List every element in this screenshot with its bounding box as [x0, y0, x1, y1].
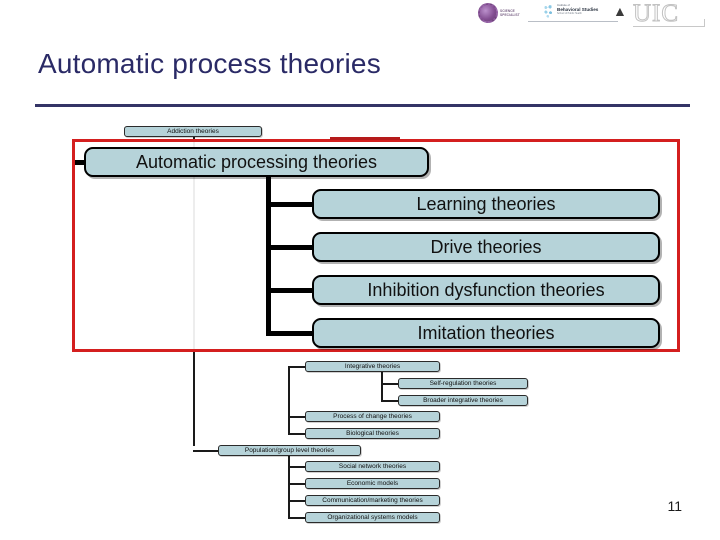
node-addiction-theories[interactable]: Addiction theories — [124, 126, 262, 137]
crest-logo: SCIENCE SPECIALIST — [478, 3, 534, 23]
edge-to-inhibition-dysfunction — [266, 288, 314, 293]
uic-logo: ▲ UIC — [605, 0, 717, 30]
node-automatic-processing-theories[interactable]: Automatic processing theories — [84, 147, 429, 177]
crest-logo-text: SCIENCE SPECIALIST — [500, 9, 520, 17]
node-biological-theories[interactable]: Biological theories — [305, 428, 440, 439]
page-number: 11 — [667, 498, 682, 514]
edge-to-biological — [288, 433, 306, 435]
header-logo-bar: SCIENCE SPECIALIST Institute of Behavior… — [470, 0, 720, 36]
uic-logo-letters: UIC — [632, 0, 680, 27]
edge-automatic-children-trunk — [266, 177, 271, 336]
slide: SCIENCE SPECIALIST Institute of Behavior… — [0, 0, 720, 540]
edge-to-self-regulation — [381, 383, 399, 385]
node-population-group-level-theories[interactable]: Population/group level theories — [218, 445, 361, 456]
node-broader-integrative-theories[interactable]: Broader integrative theories — [398, 395, 528, 406]
institute-logo-text: Institute of Behavioral Studies School o… — [557, 3, 598, 16]
edge-to-learning-theories — [266, 202, 314, 207]
edge-to-integrative — [288, 366, 306, 368]
crest-logo-line2: SPECIALIST — [500, 13, 520, 17]
title-divider — [35, 104, 690, 107]
edge-to-broader-integrative — [381, 400, 399, 402]
theory-taxonomy-diagram: Addiction theories Integrative theories … — [0, 110, 720, 530]
uic-logo-underline — [633, 26, 705, 27]
node-imitation-theories[interactable]: Imitation theories — [312, 318, 660, 348]
edge-to-population-group — [193, 450, 219, 452]
edge-to-communication-marketing — [288, 500, 306, 502]
node-self-regulation-theories[interactable]: Self-regulation theories — [398, 378, 528, 389]
edge-to-organizational-systems — [288, 517, 306, 519]
node-social-network-theories[interactable]: Social network theories — [305, 461, 440, 472]
node-drive-theories[interactable]: Drive theories — [312, 232, 660, 262]
crest-mark-icon — [478, 3, 498, 23]
node-economic-models[interactable]: Economic models — [305, 478, 440, 489]
institute-logo-line3: School of Public Health — [557, 12, 582, 16]
highlight-callout-tick — [330, 137, 400, 140]
node-process-of-change-theories[interactable]: Process of change theories — [305, 411, 440, 422]
edge-to-process-of-change — [288, 416, 306, 418]
node-integrative-theories[interactable]: Integrative theories — [305, 361, 440, 372]
edge-to-social-network — [288, 466, 306, 468]
node-inhibition-dysfunction-theories[interactable]: Inhibition dysfunction theories — [312, 275, 660, 305]
node-learning-theories[interactable]: Learning theories — [312, 189, 660, 219]
institute-dots-icon — [542, 4, 555, 18]
edge-integrative-trunk — [288, 366, 290, 434]
edge-to-imitation-theories — [266, 331, 314, 336]
edge-to-drive-theories — [266, 245, 314, 250]
uic-logo-endcap — [704, 19, 705, 27]
node-organizational-systems-models[interactable]: Organizational systems models — [305, 512, 440, 523]
edge-automatic-trunk-top — [266, 177, 271, 182]
edge-to-economic-models — [288, 483, 306, 485]
uic-tower-icon: ▲ — [613, 3, 627, 19]
node-communication-marketing-theories[interactable]: Communication/marketing theories — [305, 495, 440, 506]
page-title: Automatic process theories — [38, 48, 381, 79]
